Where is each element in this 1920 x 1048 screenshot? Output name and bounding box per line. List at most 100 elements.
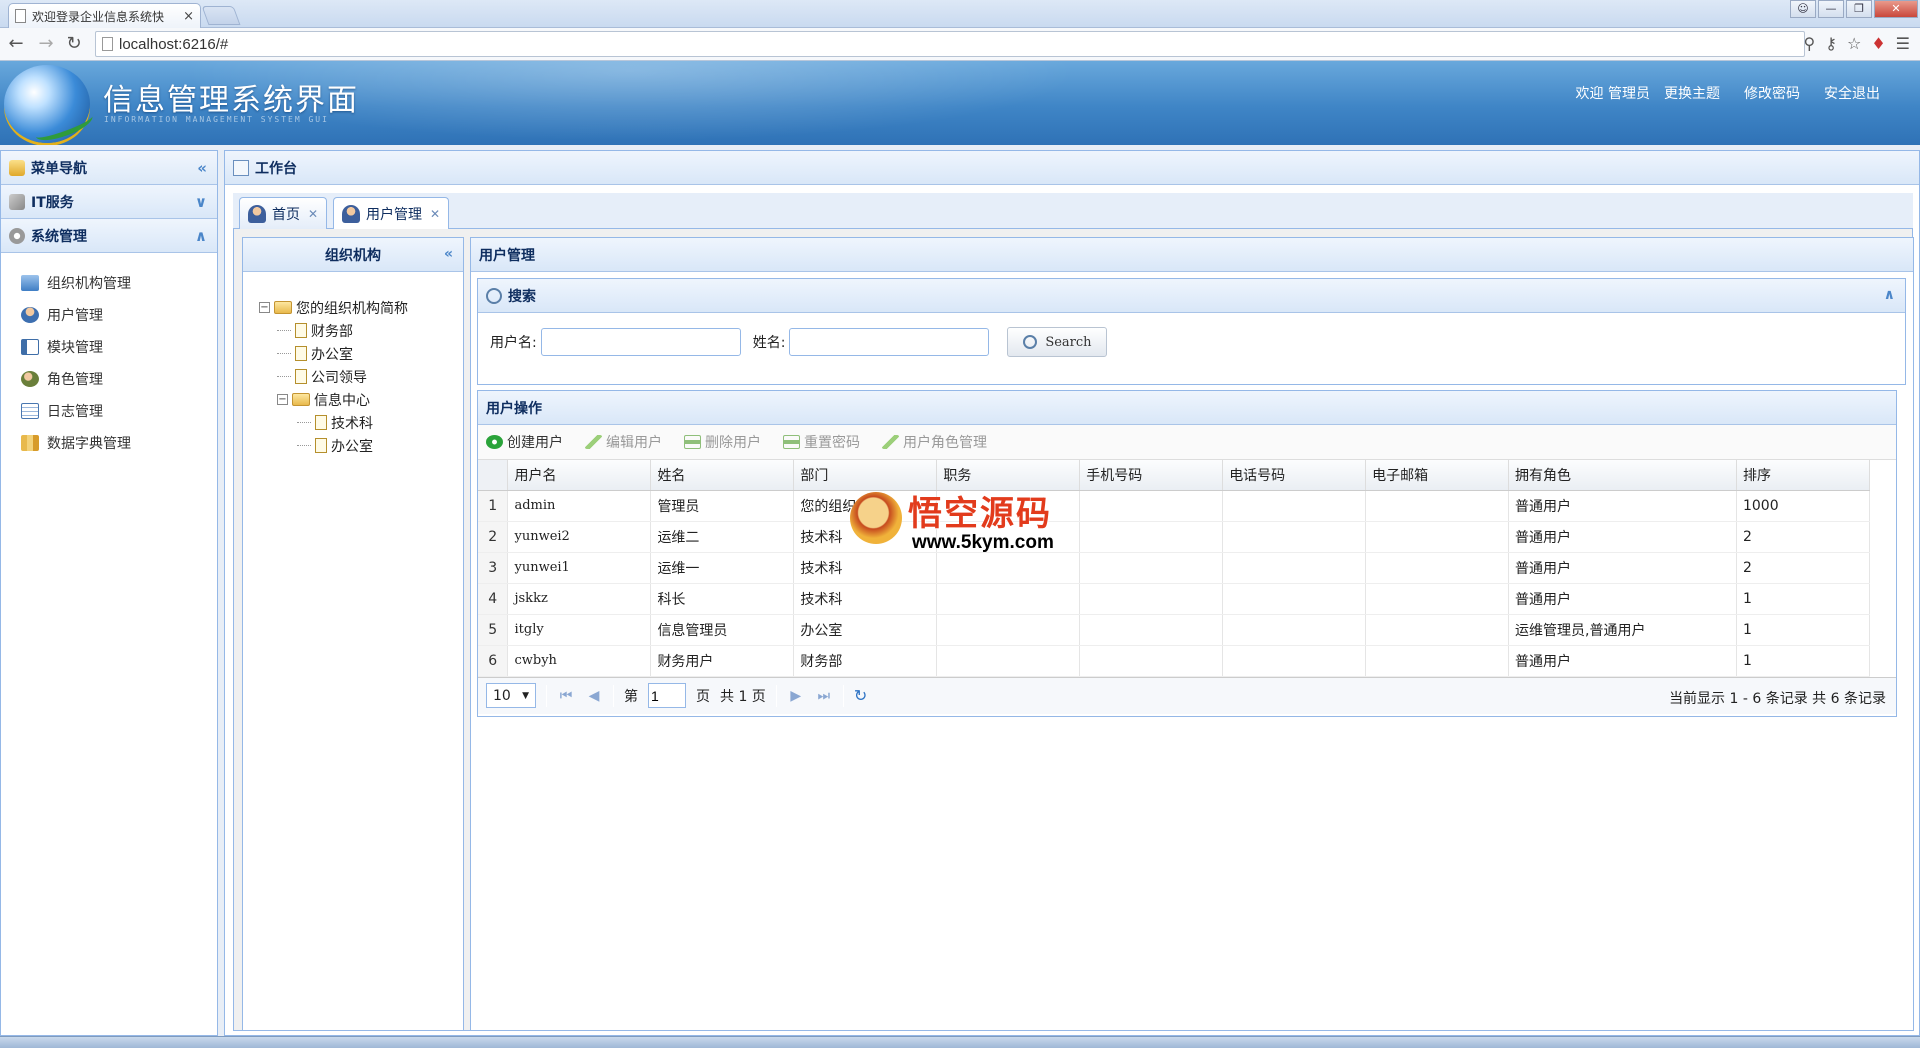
tab-user-management[interactable]: 用户管理 ✕: [333, 197, 450, 230]
search-button[interactable]: Search: [1007, 327, 1108, 357]
app-title: 信息管理系统界面: [103, 83, 359, 118]
column-header[interactable]: 电话号码: [1222, 460, 1367, 491]
logout-link[interactable]: 安全退出: [1824, 83, 1880, 103]
delete-user-button[interactable]: 删除用户: [684, 432, 761, 452]
last-page-icon[interactable]: ⏭: [815, 688, 833, 704]
menu-icon[interactable]: ☰: [1896, 32, 1910, 56]
cell-username: admin: [507, 490, 652, 522]
user-icon[interactable]: ☺: [1790, 0, 1816, 18]
user-icon: [21, 307, 39, 323]
reload-icon[interactable]: ↻: [62, 32, 86, 56]
name-input[interactable]: [789, 328, 990, 356]
change-password-link[interactable]: 修改密码: [1744, 83, 1800, 103]
os-taskbar: [0, 1036, 1920, 1048]
sidebar-item-modules[interactable]: 模块管理: [21, 331, 217, 363]
tree-node-root[interactable]: − 您的组织机构简称: [259, 296, 463, 319]
tab-label: 用户管理: [366, 207, 422, 223]
new-tab-button[interactable]: [201, 6, 241, 25]
first-page-icon[interactable]: ⏮: [557, 688, 575, 704]
column-header[interactable]: 用户名: [507, 460, 652, 491]
page-size-select[interactable]: 10 ▼: [486, 683, 536, 708]
toolbar-label: 重置密码: [804, 435, 860, 451]
next-page-icon[interactable]: ▶: [787, 688, 805, 704]
change-theme-link[interactable]: 更换主题: [1664, 83, 1720, 103]
table-row[interactable]: 3 yunwei1 运维一 技术科 普通用户 2: [478, 552, 1871, 584]
tree-node-label: 信息中心: [314, 392, 370, 409]
table-row[interactable]: 1 admin 管理员 您的组织 普通用户 1000: [478, 490, 1871, 522]
cell-name: 运维一: [650, 552, 795, 584]
tree-node[interactable]: 公司领导: [259, 365, 463, 388]
table-row[interactable]: 6 cwbyh 财务用户 财务部 普通用户 1: [478, 645, 1871, 677]
cell-mobile: [1079, 490, 1224, 522]
expand-icon[interactable]: ∨: [195, 193, 207, 211]
back-icon[interactable]: ←: [4, 32, 28, 56]
minimize-button[interactable]: —: [1818, 0, 1844, 18]
user-role-button[interactable]: 用户角色管理: [882, 432, 987, 452]
extension-icon[interactable]: ♦: [1871, 32, 1885, 56]
collapse-icon[interactable]: ∧: [195, 227, 207, 245]
close-window-button[interactable]: ✕: [1874, 0, 1918, 18]
cell-role: 普通用户: [1508, 645, 1737, 677]
table-row[interactable]: 5 itgly 信息管理员 办公室 运维管理员,普通用户 1: [478, 614, 1871, 646]
page-number-input[interactable]: [648, 683, 686, 708]
user-panel-title: 用户管理: [479, 247, 535, 264]
tab-home[interactable]: 首页 ✕: [239, 197, 328, 229]
tree-toggle[interactable]: −: [259, 302, 270, 313]
tree-toggle[interactable]: −: [277, 394, 288, 405]
collapse-left-icon[interactable]: «: [197, 159, 207, 177]
tree-node[interactable]: − 信息中心: [259, 388, 463, 411]
nav-group-system[interactable]: 系统管理 ∧: [1, 219, 217, 253]
cell-username: yunwei1: [507, 552, 652, 584]
cell-mobile: [1079, 521, 1224, 553]
sidebar-item-users[interactable]: 用户管理: [21, 299, 217, 331]
sidebar-item-label: 数据字典管理: [47, 436, 131, 452]
column-header[interactable]: 排序: [1736, 460, 1871, 491]
sidebar-item-dictionary[interactable]: 数据字典管理: [21, 427, 217, 459]
close-tab-icon[interactable]: ×: [183, 9, 194, 24]
tree-node-label: 您的组织机构简称: [296, 300, 408, 317]
column-header[interactable]: 电子邮箱: [1365, 460, 1510, 491]
workbench: 工作台 首页 ✕ 用户管理 ✕ 组织机构 « − 您的组织机构简称 财务部 办公…: [224, 150, 1920, 1036]
folder-icon: [274, 301, 292, 314]
key-icon[interactable]: ⚷: [1825, 32, 1837, 56]
tree-node[interactable]: 办公室: [259, 342, 463, 365]
browser-tab[interactable]: 欢迎登录企业信息系统快 ×: [8, 3, 201, 28]
column-header[interactable]: 手机号码: [1079, 460, 1224, 491]
address-bar[interactable]: localhost:6216/#: [95, 31, 1805, 57]
create-user-button[interactable]: 创建用户: [486, 432, 563, 452]
zoom-icon[interactable]: ⚲: [1804, 32, 1816, 56]
table-row[interactable]: 2 yunwei2 运维二 技术科 普通用户 2: [478, 521, 1871, 553]
cell-username: cwbyh: [507, 645, 652, 677]
close-icon[interactable]: ✕: [308, 207, 318, 221]
tree-node[interactable]: 财务部: [259, 319, 463, 342]
collapse-left-icon[interactable]: «: [444, 246, 453, 262]
sidebar-item-roles[interactable]: 角色管理: [21, 363, 217, 395]
tree-node[interactable]: 技术科: [259, 411, 463, 434]
star-icon[interactable]: ☆: [1847, 32, 1861, 56]
refresh-icon[interactable]: ↻: [854, 686, 867, 705]
prev-page-icon[interactable]: ◀: [585, 688, 603, 704]
username-input[interactable]: [540, 328, 741, 356]
file-icon: [295, 346, 307, 361]
sidebar-item-org[interactable]: 组织机构管理: [21, 267, 217, 299]
sidebar-item-logs[interactable]: 日志管理: [21, 395, 217, 427]
org-panel: 组织机构 « − 您的组织机构简称 财务部 办公室 公司领导 − 信息中心 技术…: [242, 237, 464, 1031]
cell-sort: 1: [1736, 583, 1871, 615]
org-tree: − 您的组织机构简称 财务部 办公室 公司领导 − 信息中心 技术科 办公室: [243, 272, 463, 457]
forward-icon[interactable]: →: [34, 32, 58, 56]
row-number: 5: [478, 614, 509, 646]
collapse-up-icon[interactable]: ∧: [1884, 287, 1895, 303]
maximize-button[interactable]: ❐: [1846, 0, 1872, 18]
cell-name: 财务用户: [650, 645, 795, 677]
edit-user-button[interactable]: 编辑用户: [585, 432, 662, 452]
close-icon[interactable]: ✕: [430, 207, 440, 221]
tree-node[interactable]: 办公室: [259, 434, 463, 457]
nav-group-it[interactable]: IT服务 ∨: [1, 185, 217, 219]
record-info: 当前显示 1 - 6 条记录 共 6 条记录: [1669, 690, 1886, 707]
browser-titlebar: 欢迎登录企业信息系统快 × ☺ — ❐ ✕: [0, 0, 1920, 28]
column-header[interactable]: 姓名: [650, 460, 795, 491]
column-header[interactable]: 拥有角色: [1508, 460, 1737, 491]
reset-password-button[interactable]: 重置密码: [783, 432, 860, 452]
search-panel-header: 搜索 ∧: [478, 279, 1905, 313]
table-row[interactable]: 4 jskkz 科长 技术科 普通用户 1: [478, 583, 1871, 615]
